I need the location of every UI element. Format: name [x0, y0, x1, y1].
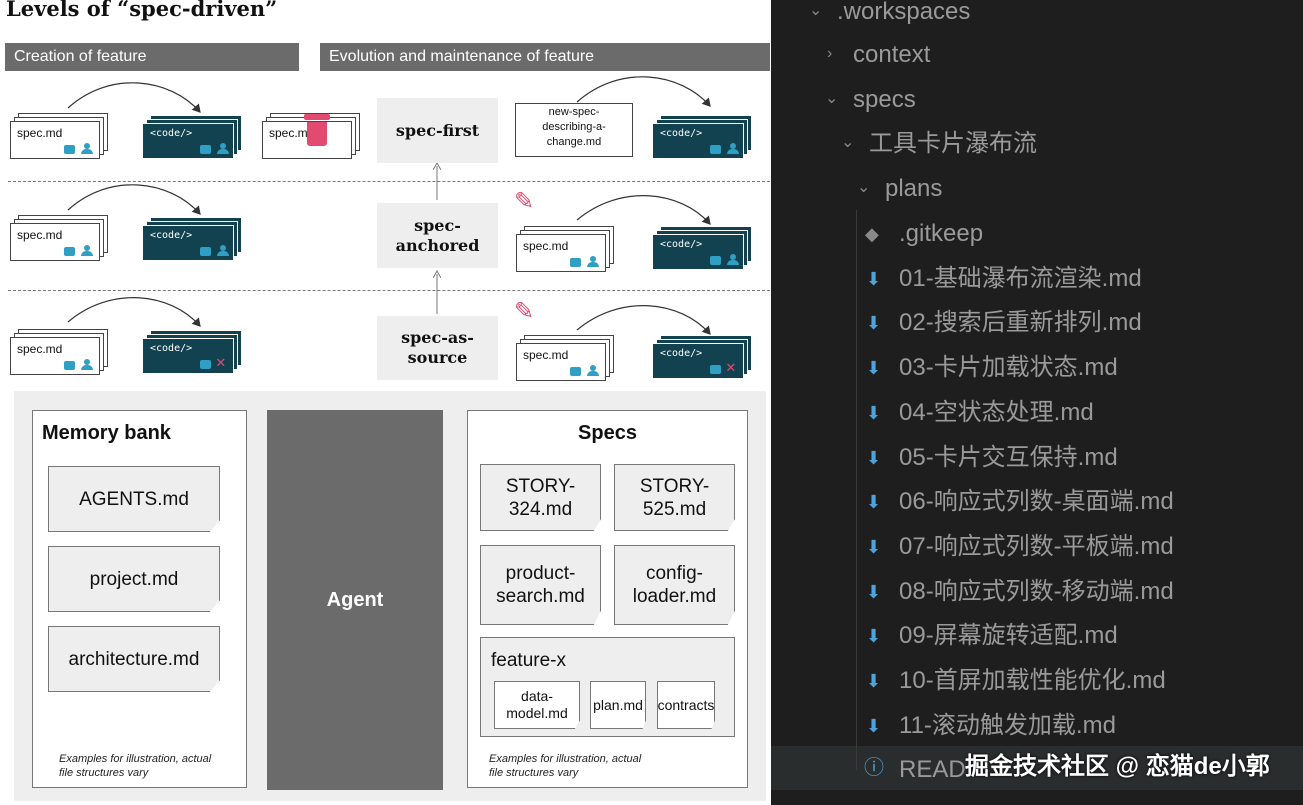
markdown-icon: ⬇ [866, 358, 882, 378]
memory-bank-box: Memory bank AGENTS.md project.md archite… [32, 410, 247, 788]
markdown-icon: ⬇ [866, 671, 882, 691]
feature-file: data-model.md [494, 681, 580, 729]
memory-bank-note: Examples for illustration, actual file s… [59, 753, 212, 779]
robot-icon [710, 256, 721, 265]
tree-file-md[interactable]: ⬇ 06-响应式列数-桌面端.md [771, 489, 1303, 533]
cross-icon: ✕ [216, 352, 226, 371]
robot-icon [570, 258, 581, 267]
robot-icon [710, 365, 721, 374]
robot-icon [64, 361, 75, 370]
spec-file: config-loader.md [614, 545, 735, 625]
tree-file-md[interactable]: ⬇ 03-卡片加载状态.md [771, 355, 1303, 399]
row-divider [8, 181, 770, 182]
spec-doc: spec.md [10, 215, 108, 261]
feature-file: plan.md [590, 681, 646, 729]
code-doc: <code/> [652, 115, 752, 159]
tree-file-md[interactable]: ⬇ 02-搜索后重新排列.md [771, 310, 1303, 354]
tree-folder-plans[interactable]: ⌄ plans [771, 176, 1303, 220]
markdown-icon: ⬇ [866, 716, 882, 736]
level-spec-anchored: spec-anchored [377, 203, 498, 268]
code-doc: <code/> [142, 217, 242, 261]
robot-icon [200, 145, 211, 154]
specs-box: Specs STORY-324.md STORY-525.md product-… [467, 410, 748, 788]
tree-file-md[interactable]: ⬇ 10-首屏加载性能优化.md [771, 668, 1303, 712]
level-spec-as-source: spec-as-source [377, 316, 498, 380]
specs-title: Specs [578, 422, 637, 444]
markdown-icon: ⬇ [866, 403, 882, 423]
robot-icon [64, 145, 75, 154]
spec-doc: spec.md [516, 335, 614, 381]
memory-file: project.md [48, 546, 220, 612]
person-icon [587, 256, 599, 267]
spec-file: product-search.md [480, 545, 601, 625]
feature-folder: feature-x data-model.md plan.md contract… [480, 637, 735, 737]
robot-icon [64, 247, 75, 256]
git-icon: ◆ [865, 224, 879, 244]
context-panel: Memory bank AGENTS.md project.md archite… [14, 391, 766, 801]
person-icon [81, 245, 93, 256]
spec-file: STORY-324.md [480, 464, 601, 531]
tree-file-md[interactable]: ⬇ 09-屏幕旋转适配.md [771, 623, 1303, 667]
markdown-icon: ⬇ [866, 492, 882, 512]
spec-doc: spec.md [10, 113, 108, 159]
memory-file: architecture.md [48, 626, 220, 692]
pencil-icon: ✎ [514, 298, 535, 325]
level-spec-first: spec-first [377, 98, 498, 163]
code-doc: <code/> ✕ [652, 335, 752, 379]
robot-icon [570, 367, 581, 376]
markdown-icon: ⬇ [866, 448, 882, 468]
tree-file-md[interactable]: ⬇ 05-卡片交互保持.md [771, 445, 1303, 489]
info-icon: ⓘ [864, 757, 884, 779]
tree-folder-feature[interactable]: ⌄ 工具卡片瀑布流 [771, 131, 1303, 175]
person-icon [727, 143, 739, 154]
specs-note: Examples for illustration, actual file s… [489, 753, 642, 779]
markdown-icon: ⬇ [866, 626, 882, 646]
robot-icon [710, 145, 721, 154]
tree-file-md[interactable]: ⬇ 07-响应式列数-平板端.md [771, 534, 1303, 578]
new-spec-doc: new-spec-describing-a-change.md [515, 103, 633, 157]
chevron-down-icon: ⌄ [841, 134, 855, 151]
chevron-down-icon: ⌄ [857, 179, 871, 196]
cross-icon: ✕ [726, 357, 736, 376]
pencil-icon: ✎ [514, 188, 535, 215]
person-icon [587, 365, 599, 376]
code-doc: <code/> ✕ [142, 330, 242, 374]
code-doc: <code/> [652, 226, 752, 270]
tree-folder-workspaces[interactable]: ⌄ .workspaces [771, 0, 1303, 43]
watermark: 掘金技术社区 @ 恋猫de小郭 [965, 753, 1270, 780]
person-icon [727, 254, 739, 265]
tree-folder-context[interactable]: › context [771, 42, 1303, 86]
tree-file-md[interactable]: ⬇ 08-响应式列数-移动端.md [771, 579, 1303, 623]
spec-driven-diagram: Levels of “spec-driven” Creation of feat… [0, 0, 771, 805]
agent-box: Agent [267, 410, 443, 790]
tree-file-gitkeep[interactable]: ◆ .gitkeep [771, 221, 1303, 265]
file-explorer: ⌄ .workspaces › context ⌄ specs ⌄ 工具卡片瀑布… [771, 0, 1303, 805]
memory-file: AGENTS.md [48, 466, 220, 532]
robot-icon [200, 247, 211, 256]
tree-file-md[interactable]: ⬇ 01-基础瀑布流渲染.md [771, 266, 1303, 310]
spec-doc: spec.md [10, 329, 108, 375]
row-divider [8, 290, 770, 291]
spec-doc: spec.md [516, 226, 614, 272]
chevron-down-icon: ⌄ [809, 2, 823, 19]
tree-folder-specs[interactable]: ⌄ specs [771, 87, 1303, 131]
tree-file-md[interactable]: ⬇ 04-空状态处理.md [771, 400, 1303, 444]
code-doc: <code/> [142, 115, 242, 159]
robot-icon [200, 360, 211, 369]
feature-folder-name: feature-x [491, 650, 566, 671]
feature-file: contracts [657, 681, 715, 729]
person-icon [217, 143, 229, 154]
person-icon [217, 245, 229, 256]
spec-file: STORY-525.md [614, 464, 735, 531]
memory-bank-title: Memory bank [42, 422, 171, 444]
markdown-icon: ⬇ [866, 537, 882, 557]
markdown-icon: ⬇ [866, 582, 882, 602]
chevron-right-icon: › [827, 45, 833, 62]
trash-icon [302, 114, 332, 148]
markdown-icon: ⬇ [866, 269, 882, 289]
person-icon [81, 143, 93, 154]
person-icon [81, 359, 93, 370]
markdown-icon: ⬇ [866, 313, 882, 333]
chevron-down-icon: ⌄ [825, 90, 839, 107]
